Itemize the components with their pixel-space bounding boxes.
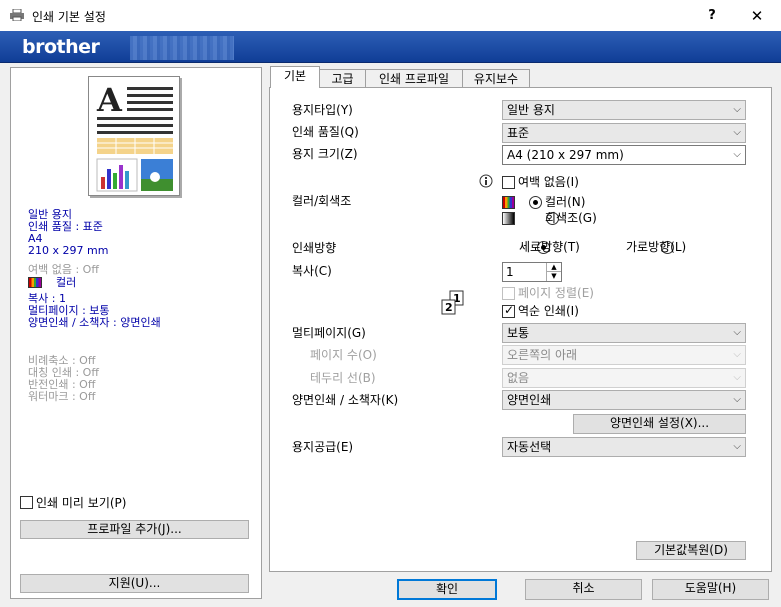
summary-dimensions: 210 x 297 mm (28, 244, 109, 257)
paper-source-select[interactable]: 자동선택 ⌵ (502, 437, 746, 457)
chevron-down-icon: ⌵ (733, 349, 741, 360)
chevron-down-icon: ⌵ (733, 372, 741, 383)
close-button[interactable]: ✕ (743, 5, 771, 27)
borderless-checkbox[interactable] (502, 176, 515, 189)
color-icon (502, 196, 515, 209)
color-swatch-icon (28, 277, 42, 288)
divider (292, 530, 759, 531)
page-order-value: 오른쪽의 아래 (507, 348, 578, 362)
help-icon-button[interactable]: ? (700, 5, 724, 27)
paper-size-value: A4 (210 x 297 mm) (507, 148, 624, 162)
collate-label: 페이지 정렬(E) (518, 286, 594, 300)
paper-size-label: 용지 크기(Z) (292, 147, 358, 161)
paper-source-label: 용지공급(E) (292, 440, 354, 454)
brand-banner (0, 31, 781, 63)
spin-up-icon[interactable]: ▲ (546, 263, 561, 272)
printer-icon (10, 9, 24, 21)
border-line-label: 테두리 선(B) (310, 371, 376, 385)
border-line-value: 없음 (507, 371, 530, 385)
copies-value: 1 (506, 265, 514, 279)
tab-basic[interactable]: 기본 (270, 66, 320, 88)
reverse-order-label: 역순 인쇄(I) (518, 304, 579, 318)
orientation-label: 인쇄방향 (292, 241, 337, 255)
paper-size-select[interactable]: A4 (210 x 297 mm) ⌵ (502, 145, 746, 165)
support-button[interactable]: 지원(U)... (20, 574, 249, 593)
borderless-label: 여백 없음(I) (518, 175, 579, 189)
preview-document-icon: A (96, 81, 173, 192)
grayscale-icon (502, 212, 515, 225)
media-type-label: 용지타입(Y) (292, 103, 353, 117)
border-line-select[interactable]: 없음 ⌵ (502, 368, 746, 388)
portrait-label: 세로방향(T) (519, 240, 580, 254)
duplex-settings-button[interactable]: 양면인쇄 설정(X)... (573, 414, 746, 434)
summary-color: 컬러 (56, 276, 77, 289)
quality-label: 인쇄 품질(Q) (292, 125, 359, 139)
add-profile-button[interactable]: 프로파일 추가(J)... (20, 520, 249, 539)
summary-block-1: 일반 용지 인쇄 품질 : 표준 A4 210 x 297 mm (28, 209, 108, 257)
info-icon (479, 174, 493, 188)
restore-defaults-button[interactable]: 기본값복원(D) (636, 541, 746, 560)
quality-select[interactable]: 표준 ⌵ (502, 123, 746, 143)
tab-advanced[interactable]: 고급 (319, 69, 366, 88)
duplex-select[interactable]: 양면인쇄 ⌵ (502, 390, 746, 410)
multipage-value: 보통 (507, 326, 530, 340)
svg-text:A: A (96, 81, 123, 119)
duplex-label: 양면인쇄 / 소책자(K) (292, 393, 399, 407)
print-preview-checkbox[interactable] (20, 496, 33, 512)
tab-print-profiles[interactable]: 인쇄 프로파일 (365, 69, 463, 88)
page-order-icon: 1 2 (441, 290, 464, 315)
media-type-select[interactable]: 일반 용지 ⌵ (502, 100, 746, 120)
cancel-button[interactable]: 취소 (525, 579, 642, 600)
color-radio[interactable] (529, 196, 542, 209)
chevron-down-icon: ⌵ (733, 394, 741, 405)
model-name-blurred (130, 36, 234, 60)
help-button[interactable]: 도움말(H) (652, 579, 769, 600)
summary-block-3: 비례축소 : Off 대칭 인쇄 : Off 반전인쇄 : Off 워터마크 :… (28, 355, 99, 403)
summary-block-2: 복사 : 1 멀티페이지 : 보통 양면인쇄 / 소책자 : 양면인쇄 (28, 293, 161, 329)
chevron-down-icon: ⌵ (733, 127, 741, 138)
page-order-select[interactable]: 오른쪽의 아래 ⌵ (502, 345, 746, 365)
duplex-value: 양면인쇄 (507, 393, 552, 407)
page-preview-image: A (88, 76, 180, 196)
paper-source-value: 자동선택 (507, 440, 552, 454)
svg-text:2: 2 (445, 301, 453, 314)
chevron-down-icon: ⌵ (733, 327, 741, 338)
print-preview-check-box[interactable] (20, 496, 33, 509)
chevron-down-icon: ⌵ (733, 441, 741, 452)
summary-watermark: 워터마크 : Off (28, 390, 96, 403)
spin-down-icon[interactable]: ▼ (546, 272, 561, 281)
summary-borderless: 여백 없음 : Off (28, 263, 99, 276)
multipage-label: 멀티페이지(G) (292, 326, 366, 340)
collate-checkbox[interactable] (502, 287, 515, 300)
brother-logo: brother (22, 36, 100, 58)
page-order-label: 페이지 수(O) (310, 348, 377, 362)
left-divider (20, 489, 250, 490)
chevron-down-icon: ⌵ (733, 149, 741, 160)
tab-maintenance[interactable]: 유지보수 (462, 69, 530, 88)
summary-duplex: 양면인쇄 / 소책자 : 양면인쇄 (28, 316, 161, 329)
color-mode-label: 컬러/회색조 (292, 194, 352, 208)
reverse-order-checkbox[interactable] (502, 303, 515, 318)
color-option-label: 컬러(N) (545, 195, 586, 209)
divider (292, 232, 759, 233)
print-preview-label: 인쇄 미리 보기(P) (36, 496, 127, 510)
multipage-select[interactable]: 보통 ⌵ (502, 323, 746, 343)
chevron-down-icon: ⌵ (733, 104, 741, 115)
quality-value: 표준 (507, 126, 530, 140)
media-type-value: 일반 용지 (507, 103, 555, 117)
copies-label: 복사(C) (292, 264, 332, 278)
landscape-label: 가로방향(L) (626, 240, 687, 254)
ok-button[interactable]: 확인 (397, 579, 497, 600)
copies-stepper[interactable]: 1 ▲ ▼ (502, 262, 562, 282)
title-bar (0, 0, 781, 31)
grayscale-option-label: 회색조(G) (545, 211, 597, 225)
window-title: 인쇄 기본 설정 (32, 10, 106, 24)
